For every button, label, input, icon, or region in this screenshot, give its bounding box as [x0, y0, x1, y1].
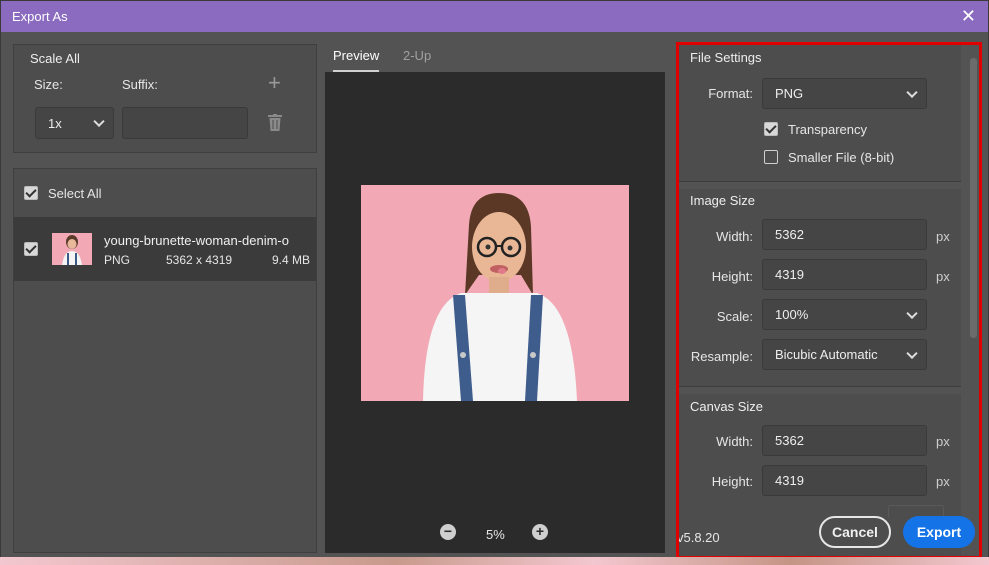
- chevron-down-icon: [93, 115, 105, 128]
- resample-label: Resample:: [690, 349, 753, 364]
- file-thumbnail: [52, 233, 92, 265]
- size-select-value: 1x: [48, 115, 62, 131]
- scale-select-value: 100%: [775, 307, 809, 322]
- preview-area: − 5% +: [325, 72, 665, 553]
- format-select[interactable]: PNG: [762, 78, 927, 109]
- resample-select[interactable]: Bicubic Automatic: [762, 339, 927, 370]
- trash-icon[interactable]: [268, 114, 282, 132]
- scale-all-panel: Scale All Size: Suffix: + 1x: [13, 44, 317, 153]
- smaller-file-label: Smaller File (8-bit): [788, 150, 895, 165]
- window-title: Export As: [12, 9, 68, 24]
- canvas-width-label: Width:: [716, 434, 753, 449]
- scale-all-title: Scale All: [30, 51, 80, 66]
- tab-preview[interactable]: Preview: [333, 48, 379, 63]
- file-checkbox[interactable]: [24, 242, 38, 256]
- tab-2-up[interactable]: 2-Up: [403, 48, 431, 63]
- select-all-checkbox[interactable]: [24, 186, 38, 200]
- format-label: Format:: [708, 86, 753, 101]
- zoom-in-icon[interactable]: +: [532, 524, 548, 540]
- file-settings-title: File Settings: [690, 50, 762, 65]
- canvas-width-input[interactable]: 5362: [762, 425, 927, 456]
- canvas-height-label: Height:: [711, 474, 753, 489]
- image-height-unit: px: [936, 269, 950, 284]
- preview-image: [361, 185, 629, 401]
- file-dimensions: 5362 x 4319: [166, 253, 233, 267]
- canvas-width-unit: px: [936, 434, 950, 449]
- size-label: Size:: [34, 77, 63, 92]
- image-height-label: Height:: [711, 269, 753, 284]
- transparency-checkbox[interactable]: [764, 122, 778, 136]
- add-scale-icon[interactable]: +: [268, 72, 281, 94]
- select-all-label: Select All: [48, 186, 102, 201]
- canvas-height-input[interactable]: 4319: [762, 465, 927, 496]
- image-width-unit: px: [936, 229, 950, 244]
- version-label: v5.8.20: [677, 530, 720, 545]
- image-height-input[interactable]: 4319: [762, 259, 927, 290]
- format-select-value: PNG: [775, 86, 804, 101]
- file-size: 9.4 MB: [272, 253, 311, 267]
- scale-label: Scale:: [716, 309, 753, 324]
- zoom-level: 5%: [486, 527, 505, 542]
- scale-select[interactable]: 100%: [762, 299, 927, 330]
- chevron-down-icon: [906, 86, 918, 98]
- canvas-size-title: Canvas Size: [690, 399, 763, 414]
- smaller-file-checkbox[interactable]: [764, 150, 778, 164]
- chevron-down-icon: [906, 307, 918, 319]
- settings-scrollbar[interactable]: [970, 58, 977, 338]
- file-format: PNG: [104, 253, 131, 267]
- file-name: young-brunette-woman-denim-o: [104, 233, 289, 248]
- export-button[interactable]: Export: [903, 516, 975, 548]
- canvas-height-unit: px: [936, 474, 950, 489]
- background-image-strip: [0, 557, 989, 565]
- cancel-button[interactable]: Cancel: [819, 516, 891, 548]
- suffix-label: Suffix:: [122, 77, 158, 92]
- chevron-down-icon: [906, 347, 918, 359]
- settings-panel: File Settings Format: PNG Transparency S…: [679, 44, 980, 558]
- transparency-label: Transparency: [788, 122, 867, 137]
- image-width-label: Width:: [716, 229, 753, 244]
- resample-select-value: Bicubic Automatic: [775, 347, 878, 362]
- export-as-dialog: Export As ✕ Scale All Size: Suffix: + 1x…: [0, 0, 989, 559]
- image-size-section: Image Size Width: 5362 px Height: 4319 p…: [679, 189, 961, 387]
- image-width-input[interactable]: 5362: [762, 219, 927, 250]
- image-size-title: Image Size: [690, 193, 756, 208]
- zoom-out-icon[interactable]: −: [440, 524, 456, 540]
- files-panel: Select All young-brunette-woman-denim-o …: [13, 168, 317, 553]
- close-icon[interactable]: ✕: [961, 6, 976, 26]
- title-bar: Export As ✕: [1, 1, 988, 32]
- file-row[interactable]: young-brunette-woman-denim-o PNG 5362 x …: [14, 217, 316, 281]
- file-settings-section: File Settings Format: PNG Transparency S…: [679, 44, 961, 182]
- suffix-input[interactable]: [122, 107, 248, 139]
- size-select[interactable]: 1x: [35, 107, 114, 139]
